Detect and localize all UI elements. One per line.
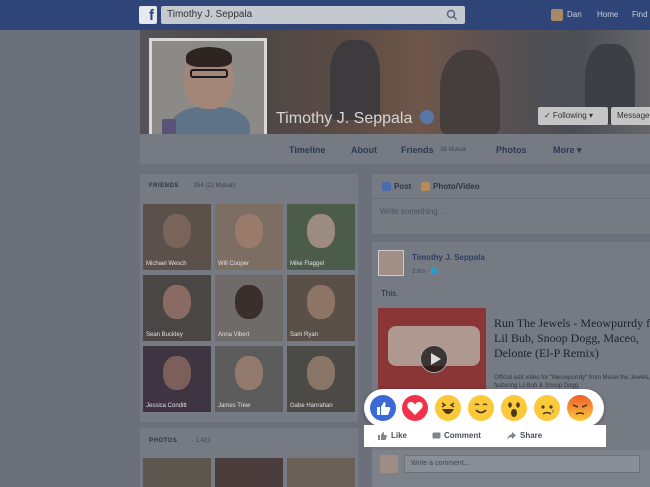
friend-name[interactable]: Jessica Conditt: [146, 403, 187, 409]
top-navigation-bar: f Timothy J. Seppala Dan Home Find: [0, 0, 650, 30]
friend-tile[interactable]: Gabe Hanrahan: [287, 346, 355, 412]
tab-about[interactable]: About: [351, 145, 377, 155]
angry-reaction-icon[interactable]: [566, 394, 594, 422]
comment-button[interactable]: Comment: [444, 431, 481, 440]
commenter-avatar: [380, 455, 398, 473]
nav-user-name[interactable]: Dan: [567, 10, 582, 19]
friend-tile[interactable]: James Trew: [215, 346, 283, 412]
friend-tile[interactable]: Will Cooper: [215, 204, 283, 270]
divider: [372, 198, 650, 199]
friend-photo: [307, 285, 335, 319]
sad-reaction-icon[interactable]: [533, 394, 561, 422]
tab-photos[interactable]: Photos: [496, 145, 527, 155]
like-button[interactable]: Like: [391, 431, 407, 440]
friend-tile[interactable]: Anna Vibert: [215, 275, 283, 341]
reactions-popup: [364, 389, 604, 427]
search-icon[interactable]: [445, 8, 459, 22]
following-button[interactable]: ✓ Following ▾: [538, 107, 608, 125]
friends-count: · 354 (21 Mutual): [190, 183, 236, 189]
composer-post-tab[interactable]: Post: [394, 182, 411, 191]
photos-title[interactable]: PHOTOS: [149, 438, 177, 444]
timeline-post: Timothy J. Seppala 2 hrs · 🌐 This. Run T…: [372, 242, 650, 487]
post-timestamp[interactable]: 2 hrs · 🌐: [412, 268, 438, 275]
play-icon[interactable]: [420, 345, 448, 373]
tab-more[interactable]: More ▾: [553, 145, 582, 156]
friend-name[interactable]: Anna Vibert: [218, 332, 249, 338]
link-title[interactable]: Run The Jewels - Meowpurrdy ft Lil Bub, …: [494, 316, 650, 361]
profile-name: Timothy J. Seppala: [276, 110, 413, 127]
friend-name[interactable]: Michael Wesch: [146, 261, 187, 267]
message-button[interactable]: Message: [611, 107, 650, 125]
friends-panel: FRIENDS · 354 (21 Mutual) Michael Wesch …: [140, 174, 358, 422]
friend-name[interactable]: Gabe Hanrahan: [290, 403, 333, 409]
nav-home-link[interactable]: Home: [597, 10, 618, 19]
comment-input[interactable]: Write a comment...: [404, 455, 640, 473]
cover-figure: [440, 50, 500, 134]
profile-picture-hair: [186, 47, 232, 67]
share-icon: [507, 432, 516, 440]
friend-name[interactable]: Sam Ryan: [290, 332, 318, 338]
post-author-avatar[interactable]: [378, 250, 404, 276]
photo-thumbnail[interactable]: [287, 458, 355, 487]
friend-tile[interactable]: Sam Ryan: [287, 275, 355, 341]
verified-badge-icon: [420, 110, 434, 124]
friend-photo: [163, 356, 191, 390]
friend-photo: [235, 356, 263, 390]
friend-name[interactable]: Will Cooper: [218, 261, 249, 267]
like-icon: [378, 432, 387, 440]
profile-tabs: Timeline About Friends 38 Mutual Photos …: [140, 134, 650, 164]
photos-count: · 1,421: [192, 438, 211, 444]
love-reaction-icon[interactable]: [401, 394, 429, 422]
haha-reaction-icon[interactable]: [434, 394, 462, 422]
cover-figure: [330, 40, 380, 120]
friends-title[interactable]: FRIENDS: [149, 183, 179, 189]
friend-photo: [163, 285, 191, 319]
composer-input[interactable]: Write something...: [380, 207, 444, 216]
yay-reaction-icon[interactable]: [467, 394, 495, 422]
friend-tile[interactable]: Jessica Conditt: [143, 346, 211, 412]
user-avatar[interactable]: [551, 9, 563, 21]
post-composer: Post Photo/Video Write something...: [372, 174, 650, 234]
friend-name[interactable]: James Trew: [218, 403, 250, 409]
link-description: Official edit video for "Meowpurrdy" fro…: [494, 375, 650, 389]
cover-figure: [535, 30, 583, 104]
facebook-logo[interactable]: f: [139, 6, 157, 24]
share-button[interactable]: Share: [520, 431, 542, 440]
photo-video-icon: [421, 182, 430, 191]
like-reaction-icon[interactable]: [369, 394, 397, 422]
comment-row: Write a comment...: [372, 450, 650, 487]
tab-friends[interactable]: Friends: [401, 145, 434, 155]
profile-picture-glasses: [190, 69, 228, 78]
post-text: This.: [381, 289, 399, 298]
friend-name[interactable]: Mike Flaggel: [290, 261, 324, 267]
friend-tile[interactable]: Mike Flaggel: [287, 204, 355, 270]
friend-photo: [235, 285, 263, 319]
photo-thumbnail[interactable]: [143, 458, 211, 487]
friend-photo: [307, 214, 335, 248]
photo-thumbnail[interactable]: [215, 458, 283, 487]
wow-reaction-icon[interactable]: [500, 394, 528, 422]
friend-tile[interactable]: Michael Wesch: [143, 204, 211, 270]
nav-find-friends-link[interactable]: Find: [632, 10, 648, 19]
friend-tile[interactable]: Sean Buckley: [143, 275, 211, 341]
composer-photo-video-tab[interactable]: Photo/Video: [433, 182, 480, 191]
photos-panel: PHOTOS · 1,421: [140, 428, 358, 487]
search-input[interactable]: Timothy J. Seppala: [161, 6, 465, 24]
post-action-bar: Like Comment Share: [364, 425, 606, 447]
friend-photo: [235, 214, 263, 248]
friend-photo: [163, 214, 191, 248]
friends-tab-count: 38 Mutual: [440, 147, 467, 153]
tab-timeline[interactable]: Timeline: [289, 145, 325, 155]
comment-icon: [432, 432, 441, 439]
friend-photo: [307, 356, 335, 390]
post-author-name[interactable]: Timothy J. Seppala: [412, 253, 485, 262]
post-icon: [382, 182, 391, 191]
friend-name[interactable]: Sean Buckley: [146, 332, 183, 338]
video-thumbnail[interactable]: [378, 308, 486, 390]
